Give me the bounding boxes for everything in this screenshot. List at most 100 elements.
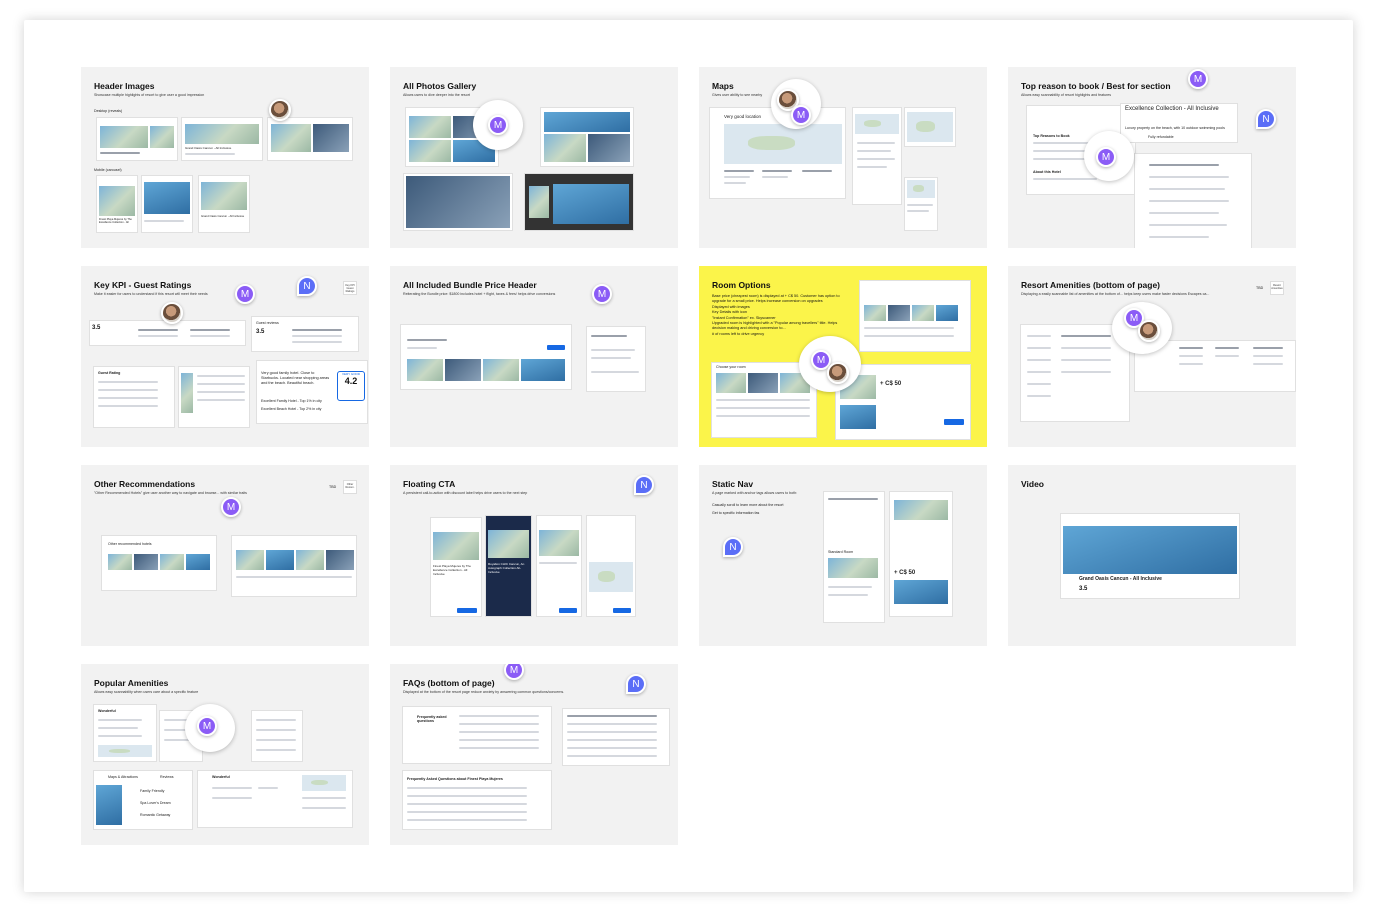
board-canvas: Header Images Showcase multiple highligh… bbox=[24, 20, 1353, 892]
screenshot-best-for bbox=[1134, 153, 1252, 248]
screenshot-guest-reviews: Guest reviews 3.5 bbox=[251, 316, 359, 352]
card-title: Video bbox=[1021, 479, 1044, 489]
screenshot-mobile-3: Grand Oasis Cancun - All Inclusive bbox=[198, 175, 250, 233]
screenshot-map-3 bbox=[904, 177, 938, 231]
card-title: Resort Amenities (bottom of page) bbox=[1021, 280, 1160, 290]
card-title: Top reason to book / Best for section bbox=[1021, 81, 1171, 91]
card-key-kpi[interactable]: Key KPI - Guest Ratings Make it easier f… bbox=[81, 266, 369, 447]
avatar-m[interactable]: M bbox=[197, 716, 217, 736]
screenshot-gallery-lightbox bbox=[524, 173, 634, 231]
card-bundle-price[interactable]: All Included Bundle Price Header Reitera… bbox=[390, 266, 678, 447]
avatar-m[interactable]: M bbox=[235, 284, 255, 304]
card-title: All Included Bundle Price Header bbox=[403, 280, 537, 290]
avatar-m[interactable]: M bbox=[791, 105, 811, 125]
screenshot-amenities-3 bbox=[251, 710, 303, 762]
card-floating-cta[interactable]: Floating CTA A persistent call-to-action… bbox=[390, 465, 678, 646]
user-photo-avatar[interactable] bbox=[1138, 320, 1160, 342]
screenshot-faq-3: Frequently Asked Questions about Finest … bbox=[402, 770, 552, 830]
screenshot-cta-3 bbox=[536, 515, 582, 617]
screenshot-guest-rating: Guest Rating bbox=[93, 366, 175, 428]
avatar-m[interactable]: M bbox=[488, 115, 508, 135]
screenshot-faq-2 bbox=[562, 708, 670, 766]
sticky-note: Resort Amenities bbox=[1270, 281, 1284, 295]
sticky-note: Key KPI Guest Ratings bbox=[343, 281, 357, 295]
card-video[interactable]: Video Grand Oasis Cancun - All Inclusive… bbox=[1008, 465, 1296, 646]
note: Mobile (carousel) bbox=[94, 168, 122, 172]
screenshot-cta-2: Royalton CHIC Cancun, An Autograph Colle… bbox=[485, 515, 532, 617]
screenshot-desktop-2: Grand Oasis Cancun - All Inclusive bbox=[181, 117, 263, 161]
screenshot-cta-1: Finest Playa Mujeres by The Excellence C… bbox=[430, 517, 482, 617]
screenshot-recommended: Other recommended hotels bbox=[101, 535, 217, 591]
screenshot-video: Grand Oasis Cancun - All Inclusive 3.5 bbox=[1060, 513, 1240, 599]
card-title: FAQs (bottom of page) bbox=[403, 678, 495, 688]
card-faqs[interactable]: FAQs (bottom of page) Displayed at the b… bbox=[390, 664, 678, 845]
card-description: A persistent call-to-action with discoun… bbox=[403, 491, 528, 495]
card-title: Header Images bbox=[94, 81, 155, 91]
avatar-m[interactable]: M bbox=[221, 497, 241, 517]
card-description: Allows easy scannability of resort highl… bbox=[1021, 93, 1112, 97]
note: Fully refundable bbox=[1148, 135, 1174, 139]
screenshot-nav-mobile: Standard Room bbox=[823, 491, 885, 623]
screenshot-gallery-2 bbox=[540, 107, 634, 167]
screenshot-nav-mobile-2: + C$ 50 bbox=[889, 491, 953, 617]
card-description: Allows easy scannability when users care… bbox=[94, 690, 199, 694]
avatar-n[interactable]: N bbox=[1256, 109, 1276, 129]
screenshot-bundle-header bbox=[400, 324, 572, 390]
bullet-list: Casually scroll to learn more about the … bbox=[712, 503, 784, 515]
user-photo-avatar[interactable] bbox=[161, 302, 183, 324]
card-title: Key KPI - Guest Ratings bbox=[94, 280, 192, 290]
bullet-list: Base price (cheapest room) is displayed … bbox=[712, 294, 840, 336]
avatar-n[interactable]: N bbox=[297, 276, 317, 296]
avatar-m[interactable]: M bbox=[1096, 147, 1116, 167]
screenshot-amenities-list bbox=[1020, 324, 1130, 422]
screenshot-reviews-list bbox=[178, 366, 250, 428]
avatar-n[interactable]: N bbox=[723, 537, 743, 557]
user-photo-avatar[interactable] bbox=[269, 99, 291, 121]
screenshot-faq-1: Frequently asked questions bbox=[402, 706, 552, 764]
avatar-m[interactable]: M bbox=[592, 284, 612, 304]
screenshot-map-mobile bbox=[852, 107, 902, 205]
screenshot-mobile-1: Finest Playa Mujeres by The Excellence C… bbox=[96, 175, 138, 233]
screenshot-bundle-mobile bbox=[586, 326, 646, 392]
card-description: Gives user ability to see nearby bbox=[712, 93, 763, 97]
avatar-n[interactable]: N bbox=[626, 674, 646, 694]
screenshot-cta-4 bbox=[586, 515, 636, 617]
card-title: All Photos Gallery bbox=[403, 81, 477, 91]
card-popular-amenities[interactable]: Popular Amenities Allows easy scannabili… bbox=[81, 664, 369, 845]
card-other-recommendations[interactable]: Other Recommendations "Other Recommended… bbox=[81, 465, 369, 646]
note: Desktop (reveals) bbox=[94, 109, 123, 113]
user-photo-avatar[interactable] bbox=[827, 362, 849, 384]
card-header-images[interactable]: Header Images Showcase multiple highligh… bbox=[81, 67, 369, 248]
card-title: Maps bbox=[712, 81, 734, 91]
card-description: Displayed at the bottom of the resort pa… bbox=[403, 690, 565, 694]
card-title: Room Options bbox=[712, 280, 771, 290]
avatar-n[interactable]: N bbox=[634, 475, 654, 495]
card-title: Static Nav bbox=[712, 479, 754, 489]
card-all-photos-gallery[interactable]: All Photos Gallery Allows users to dive … bbox=[390, 67, 678, 248]
avatar-m[interactable]: M bbox=[504, 664, 524, 680]
screenshot-review-summary: Very good family hotel. Close to Starbuc… bbox=[256, 360, 368, 424]
card-description: Allows users to dive deeper into the res… bbox=[403, 93, 470, 97]
screenshot-gallery-grid bbox=[403, 173, 513, 231]
screenshot-hotel-name: Excellence Collection - All Inclusive Lu… bbox=[1120, 103, 1238, 143]
screenshot-desktop-3 bbox=[267, 117, 353, 161]
note: TBD bbox=[329, 485, 337, 489]
card-description: Showcase multiple highlights of resort t… bbox=[94, 93, 205, 97]
screenshot-mobile-2 bbox=[141, 175, 193, 233]
screenshot-recommended-2 bbox=[231, 535, 357, 597]
card-maps[interactable]: Maps Gives user ability to see nearby Ve… bbox=[699, 67, 987, 248]
card-static-nav[interactable]: Static Nav A page marked with anchor tag… bbox=[699, 465, 987, 646]
avatar-m[interactable]: M bbox=[1188, 69, 1208, 89]
card-top-reason[interactable]: Top reason to book / Best for section Al… bbox=[1008, 67, 1296, 248]
card-room-options[interactable]: Room Options Base price (cheapest room) … bbox=[699, 266, 987, 447]
card-title: Popular Amenities bbox=[94, 678, 169, 688]
screenshot-amenities-4: Wonderful bbox=[197, 770, 353, 828]
screenshot-amenities-1: Wonderful bbox=[93, 704, 157, 762]
screenshot-desktop-1 bbox=[96, 117, 178, 161]
card-resort-amenities[interactable]: Resort Amenities (bottom of page) Displa… bbox=[1008, 266, 1296, 447]
card-description: "Other Recommended Hotels" give user ano… bbox=[94, 491, 247, 495]
card-title: Floating CTA bbox=[403, 479, 456, 489]
card-description: Displaying a easily scannable list of am… bbox=[1021, 292, 1210, 296]
note: TBD bbox=[1256, 286, 1264, 290]
sticky-note: Other Recom. bbox=[343, 480, 357, 494]
